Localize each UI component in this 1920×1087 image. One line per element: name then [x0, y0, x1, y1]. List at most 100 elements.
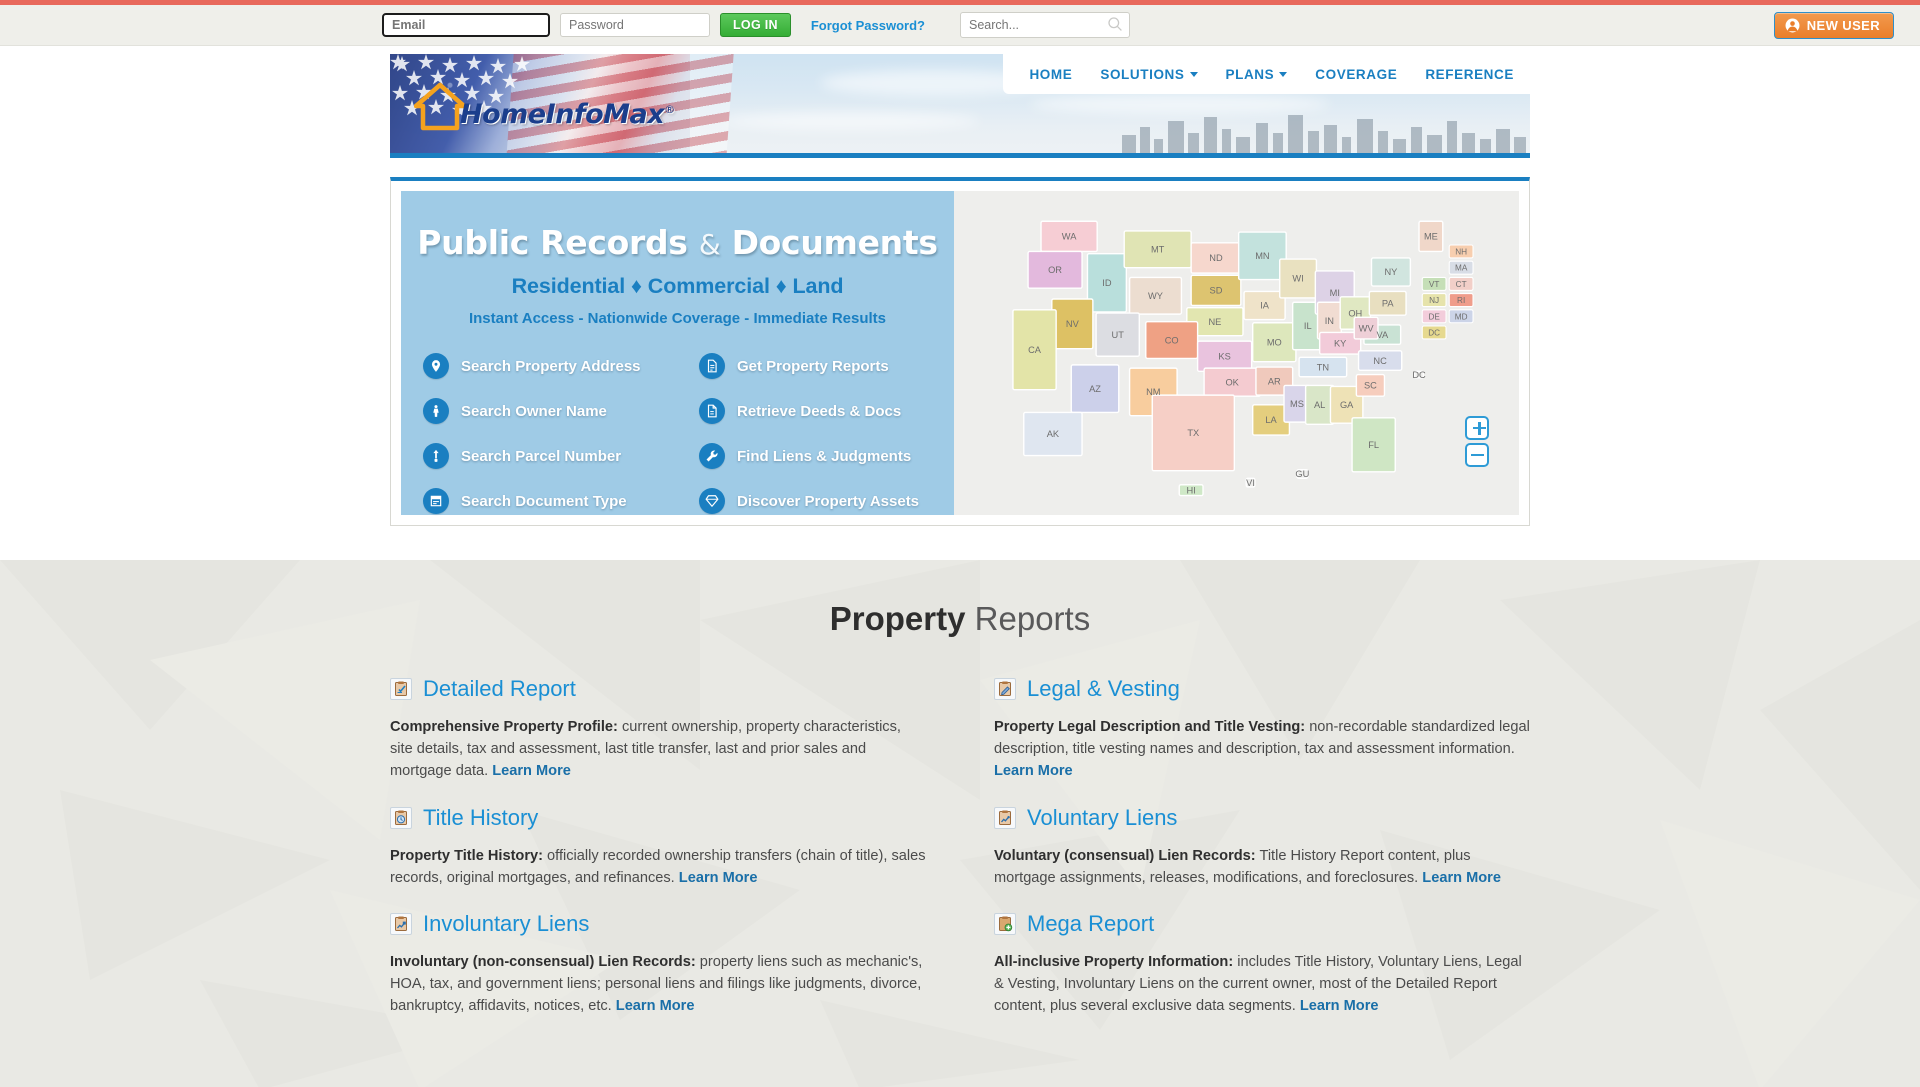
map-state-label-or: OR	[1048, 265, 1062, 275]
map-state-label-mn: MN	[1255, 251, 1269, 261]
report-title-link[interactable]: Detailed Report	[423, 676, 576, 702]
map-state-label-sd: SD	[1210, 286, 1223, 296]
map-state-label-co: CO	[1165, 335, 1179, 345]
map-state-label-wv: WV	[1359, 323, 1375, 333]
map-state-label-ca: CA	[1028, 345, 1042, 355]
report-title-link[interactable]: Title History	[423, 805, 538, 831]
involuntary-liens-icon	[390, 912, 412, 935]
feature-label: Retrieve Deeds & Docs	[737, 402, 902, 420]
map-zoom-in-button[interactable]	[1465, 416, 1489, 440]
learn-more-link[interactable]: Learn More	[1300, 998, 1379, 1014]
map-state-label-ar: AR	[1268, 376, 1281, 386]
report-header[interactable]: Involuntary Liens	[390, 911, 926, 937]
map-state-label-mi: MI	[1330, 288, 1340, 298]
report-lead: Comprehensive Property Profile:	[390, 719, 618, 735]
hero-feature-grid: Search Property Address Get Property Rep…	[401, 353, 954, 514]
report-title-link[interactable]: Mega Report	[1027, 911, 1154, 937]
report-card-title-history: Title History Property Title History: of…	[390, 805, 926, 889]
feature-get-property-reports[interactable]: Get Property Reports	[699, 353, 949, 379]
learn-more-link[interactable]: Learn More	[994, 763, 1073, 779]
chevron-down-icon	[1279, 71, 1288, 77]
deed-icon	[699, 398, 725, 424]
map-state-label-tn: TN	[1317, 362, 1329, 372]
pin-marker-icon	[423, 443, 449, 469]
feature-search-document-type[interactable]: Search Document Type	[423, 488, 699, 514]
feature-label: Discover Property Assets	[737, 492, 920, 510]
report-description: Comprehensive Property Profile: current …	[390, 716, 926, 783]
map-state-label-ga: GA	[1340, 400, 1354, 410]
nav-item-home[interactable]: HOME	[1029, 67, 1072, 82]
forgot-password-link[interactable]: Forgot Password?	[811, 18, 925, 33]
main-navigation: HOME SOLUTIONS PLANS COVERAGE REFERENCE	[1003, 54, 1530, 94]
new-user-button[interactable]: NEW USER	[1773, 12, 1894, 39]
hero-subtitle: Residential ♦ Commercial ♦ Land	[511, 274, 844, 298]
login-button[interactable]: LOG IN	[720, 13, 791, 37]
report-header[interactable]: Legal & Vesting	[994, 676, 1530, 702]
learn-more-link[interactable]: Learn More	[616, 998, 695, 1014]
map-state-label-oh: OH	[1348, 308, 1362, 318]
map-state-box-label-nh: NH	[1455, 248, 1467, 257]
map-pin-icon	[423, 353, 449, 379]
hero-promo-panel: Public Records & Documents Residential ♦…	[401, 191, 954, 515]
report-header[interactable]: Mega Report	[994, 911, 1530, 937]
report-lead: All-inclusive Property Information:	[994, 953, 1234, 970]
report-header[interactable]: Voluntary Liens	[994, 805, 1530, 831]
report-icon	[699, 353, 725, 379]
learn-more-link[interactable]: Learn More	[1422, 870, 1501, 886]
search-input[interactable]	[959, 12, 1130, 38]
us-coverage-map[interactable]: WA OR ID MT ND SD NE WY NV CA UT CO AZ NM KS OK TX MN IA MO…	[954, 191, 1519, 515]
map-state-label-nd: ND	[1209, 253, 1223, 263]
password-field[interactable]	[560, 13, 710, 37]
report-title-link[interactable]: Voluntary Liens	[1027, 805, 1177, 831]
nav-item-reference[interactable]: REFERENCE	[1425, 67, 1514, 82]
map-state-box-label-ct: CT	[1456, 280, 1467, 289]
map-state-label-tx: TX	[1187, 428, 1199, 438]
map-state-box-label-de: DE	[1428, 312, 1440, 321]
report-description: Property Title History: officially recor…	[390, 845, 926, 889]
report-header[interactable]: Title History	[390, 805, 926, 831]
map-state-label-wy: WY	[1148, 291, 1163, 301]
search-container	[959, 12, 1130, 38]
map-zoom-out-button[interactable]	[1465, 443, 1489, 467]
map-state-label-id: ID	[1102, 278, 1112, 288]
house-icon	[414, 82, 466, 131]
learn-more-link[interactable]: Learn More	[492, 763, 571, 779]
nav-item-solutions[interactable]: SOLUTIONS	[1100, 67, 1198, 82]
feature-label: Search Property Address	[461, 357, 641, 375]
feature-retrieve-deeds-docs[interactable]: Retrieve Deeds & Docs	[699, 398, 949, 424]
report-card-mega-report: Mega Report All-inclusive Property Infor…	[994, 911, 1530, 1018]
map-state-label-mt: MT	[1151, 245, 1165, 255]
feature-search-owner-name[interactable]: Search Owner Name	[423, 398, 699, 424]
voluntary-liens-icon	[994, 806, 1016, 829]
hero-title-bold: Public Records	[417, 223, 688, 262]
map-state-label-nv: NV	[1066, 319, 1080, 329]
cloud-decoration	[720, 112, 980, 130]
map-state-label-pa: PA	[1382, 299, 1394, 309]
nav-label: COVERAGE	[1315, 66, 1398, 82]
map-zoom-controls	[1465, 416, 1489, 470]
nav-label: REFERENCE	[1425, 66, 1514, 82]
map-state-label-va: VA	[1376, 330, 1388, 340]
report-header[interactable]: Detailed Report	[390, 676, 926, 702]
report-title-link[interactable]: Legal & Vesting	[1027, 676, 1180, 702]
map-state-label-ms: MS	[1290, 399, 1304, 409]
feature-find-liens-judgments[interactable]: Find Liens & Judgments	[699, 443, 949, 469]
feature-search-property-address[interactable]: Search Property Address	[423, 353, 699, 379]
map-state-label-ne: NE	[1208, 317, 1221, 327]
map-state-label-al: AL	[1314, 400, 1325, 410]
report-lead: Property Title History:	[390, 847, 543, 864]
report-title-link[interactable]: Involuntary Liens	[423, 911, 589, 937]
learn-more-link[interactable]: Learn More	[679, 870, 758, 886]
feature-search-parcel-number[interactable]: Search Parcel Number	[423, 443, 699, 469]
nav-item-plans[interactable]: PLANS	[1226, 67, 1288, 82]
us-map-svg[interactable]: WA OR ID MT ND SD NE WY NV CA UT CO AZ NM KS OK TX MN IA MO…	[954, 191, 1519, 515]
report-description: Involuntary (non-consensual) Lien Record…	[390, 951, 926, 1018]
logo-text: HomeInfoMax®	[460, 99, 675, 130]
email-field[interactable]	[382, 13, 550, 37]
site-logo[interactable]: HomeInfoMax®	[414, 80, 675, 132]
map-state-label-nc: NC	[1373, 356, 1387, 366]
section-title-bold: Property	[829, 600, 966, 637]
feature-discover-property-assets[interactable]: Discover Property Assets	[699, 488, 949, 514]
nav-item-coverage[interactable]: COVERAGE	[1315, 67, 1397, 82]
hero-title-bold2: Documents	[731, 223, 938, 262]
